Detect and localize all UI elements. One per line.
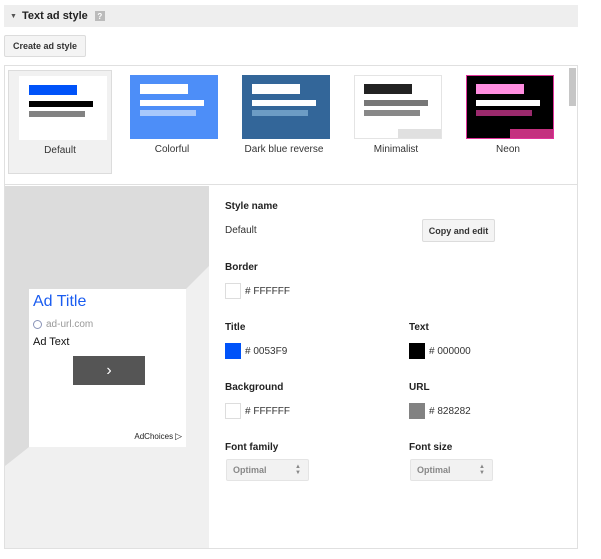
thumbnail-bar: [29, 101, 93, 107]
background-hex: # FFFFFF: [245, 405, 290, 417]
ad-url: ad-url.com: [33, 319, 93, 330]
copy-and-edit-button[interactable]: Copy and edit: [422, 219, 495, 242]
font-family-value: Optimal: [233, 465, 267, 475]
style-settings: Style name Default Copy and edit Border …: [210, 186, 577, 548]
style-gallery: Default Colorful Dark blue reverse Minimali…: [5, 66, 577, 185]
thumbnail-bar: [476, 110, 532, 116]
url-color-label: URL: [409, 382, 430, 393]
style-option-neon[interactable]: Neon: [456, 70, 560, 174]
adchoices-text: AdChoices: [134, 432, 174, 441]
title-hex: # 0053F9: [245, 345, 288, 357]
section-title: Text ad style: [21, 10, 88, 22]
style-thumbnail: [354, 75, 442, 139]
scrollbar-thumb[interactable]: [569, 68, 576, 106]
thumbnail-bar: [364, 100, 428, 106]
title-color-label: Title: [225, 322, 246, 333]
style-option-label: Minimalist: [373, 144, 419, 155]
ad-title: Ad Title: [33, 293, 87, 310]
thumbnail-bar: [252, 110, 308, 116]
thumbnail-bar: [476, 100, 540, 106]
thumbnail-corner: [510, 129, 553, 138]
style-option-label: Colorful: [154, 144, 190, 155]
border-hex: # FFFFFF: [245, 285, 290, 297]
style-name-label: Style name: [225, 201, 278, 212]
background-swatch[interactable]: [225, 403, 241, 419]
font-size-select[interactable]: Optimal ▲ ▼: [410, 459, 493, 481]
style-option-label: Neon: [496, 144, 520, 155]
adchoices-label: AdChoices ▷: [134, 431, 182, 442]
thumbnail-bar: [140, 100, 204, 106]
font-size-label: Font size: [409, 442, 453, 453]
style-option-colorful[interactable]: Colorful: [120, 70, 224, 174]
title-swatch[interactable]: [225, 343, 241, 359]
ad-style-panel: Default Colorful Dark blue reverse Minimali…: [4, 65, 578, 549]
thumbnail-bar: [252, 100, 316, 106]
style-option-dark-blue-reverse[interactable]: Dark blue reverse: [232, 70, 336, 174]
thumbnail-bar: [140, 110, 196, 116]
url-color[interactable]: # 828282: [409, 403, 471, 419]
background-color-label: Background: [225, 382, 284, 393]
border-color[interactable]: # FFFFFF: [225, 283, 290, 299]
gallery-scrollbar[interactable]: [567, 66, 577, 184]
ad-url-text: ad-url.com: [46, 319, 94, 330]
ad-text: Ad Text: [33, 336, 70, 348]
ad-arrow-button: ›: [73, 356, 145, 385]
text-hex: # 000000: [429, 345, 471, 357]
border-label: Border: [225, 262, 258, 273]
thumbnail-corner: [398, 129, 441, 138]
thumbnail-bar: [476, 84, 524, 94]
style-option-minimalist[interactable]: Minimalist: [344, 70, 448, 174]
text-color-label: Text: [409, 322, 429, 333]
adchoices-icon: ▷: [175, 431, 182, 441]
thumbnail-bar: [140, 84, 188, 94]
ad-preview-card: Ad Title ad-url.com Ad Text › AdChoices …: [29, 289, 186, 447]
thumbnail-bar: [364, 110, 420, 116]
style-option-default[interactable]: Default: [8, 70, 112, 174]
border-swatch[interactable]: [225, 283, 241, 299]
help-icon[interactable]: ?: [94, 11, 105, 21]
select-arrows-icon: ▲ ▼: [479, 464, 485, 476]
ad-preview-area: Ad Title ad-url.com Ad Text › AdChoices …: [5, 186, 209, 548]
style-thumbnail: [466, 75, 554, 139]
style-thumbnail: [130, 75, 218, 139]
style-thumbnail: [242, 75, 330, 139]
url-swatch[interactable]: [409, 403, 425, 419]
background-color[interactable]: # FFFFFF: [225, 403, 290, 419]
font-family-label: Font family: [225, 442, 279, 453]
title-color[interactable]: # 0053F9: [225, 343, 287, 359]
font-size-value: Optimal: [417, 465, 451, 475]
collapse-triangle-icon[interactable]: ▼: [10, 13, 17, 20]
style-name-value: Default: [225, 225, 257, 236]
thumbnail-bar: [364, 84, 412, 94]
create-ad-style-button[interactable]: Create ad style: [4, 35, 87, 57]
select-arrows-icon: ▲ ▼: [295, 464, 301, 476]
style-option-label: Default: [44, 145, 76, 156]
url-hex: # 828282: [429, 405, 471, 417]
thumbnail-bar: [252, 84, 300, 94]
globe-icon: [33, 320, 42, 329]
thumbnail-bar: [29, 111, 85, 117]
style-thumbnail: [19, 76, 107, 140]
font-family-select[interactable]: Optimal ▲ ▼: [226, 459, 309, 481]
text-color[interactable]: # 000000: [409, 343, 471, 359]
text-swatch[interactable]: [409, 343, 425, 359]
chevron-right-icon: ›: [106, 361, 112, 379]
style-option-label: Dark blue reverse: [244, 144, 324, 155]
thumbnail-bar: [29, 85, 77, 95]
section-header[interactable]: ▼ Text ad style ?: [4, 5, 578, 27]
